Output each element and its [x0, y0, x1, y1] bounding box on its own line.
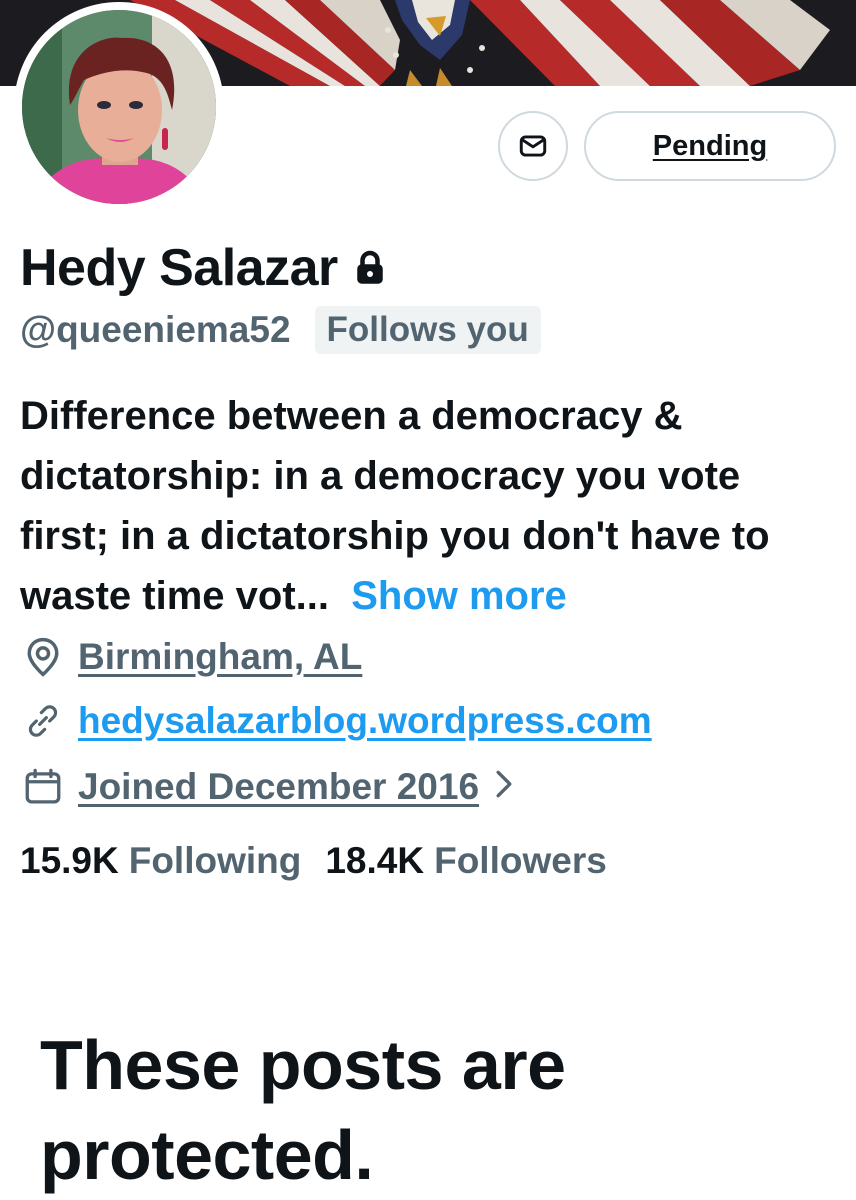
followers-label: Followers	[434, 840, 607, 881]
avatar-photo	[22, 10, 216, 204]
pending-follow-button[interactable]: Pending	[584, 111, 836, 181]
protected-notice: These posts are protected.	[40, 1026, 566, 1194]
calendar-icon	[20, 764, 66, 810]
follows-you-badge: Follows you	[314, 306, 541, 354]
follow-stats: 15.9K Following 18.4K Followers	[20, 840, 607, 882]
website-row: hedysalazarblog.wordpress.com	[20, 698, 652, 744]
followers-count: 18.4K	[325, 840, 425, 881]
display-name: Hedy Salazar	[20, 239, 338, 297]
avatar[interactable]	[14, 2, 224, 212]
location-pin-icon	[20, 634, 66, 680]
following-count: 15.9K	[20, 840, 119, 881]
bio: Difference between a democracy & dictato…	[20, 386, 840, 626]
location-text[interactable]: Birmingham, AL	[78, 636, 362, 678]
envelope-icon	[519, 135, 547, 157]
link-icon	[20, 698, 66, 744]
joined-row[interactable]: Joined December 2016	[20, 764, 515, 810]
handle-row: @queeniema52 Follows you	[20, 306, 541, 354]
website-link[interactable]: hedysalazarblog.wordpress.com	[78, 700, 652, 742]
joined-text[interactable]: Joined December 2016	[78, 766, 479, 808]
lock-icon	[352, 248, 388, 293]
profile-name-row: Hedy Salazar	[20, 238, 388, 298]
followers-stat[interactable]: 18.4K Followers	[325, 840, 606, 882]
location-row: Birmingham, AL	[20, 634, 362, 680]
message-button[interactable]	[498, 111, 568, 181]
following-stat[interactable]: 15.9K Following	[20, 840, 301, 882]
handle: @queeniema52	[20, 309, 291, 350]
following-label: Following	[128, 840, 302, 881]
chevron-right-icon	[493, 766, 515, 808]
show-more-link[interactable]: Show more	[351, 574, 567, 618]
